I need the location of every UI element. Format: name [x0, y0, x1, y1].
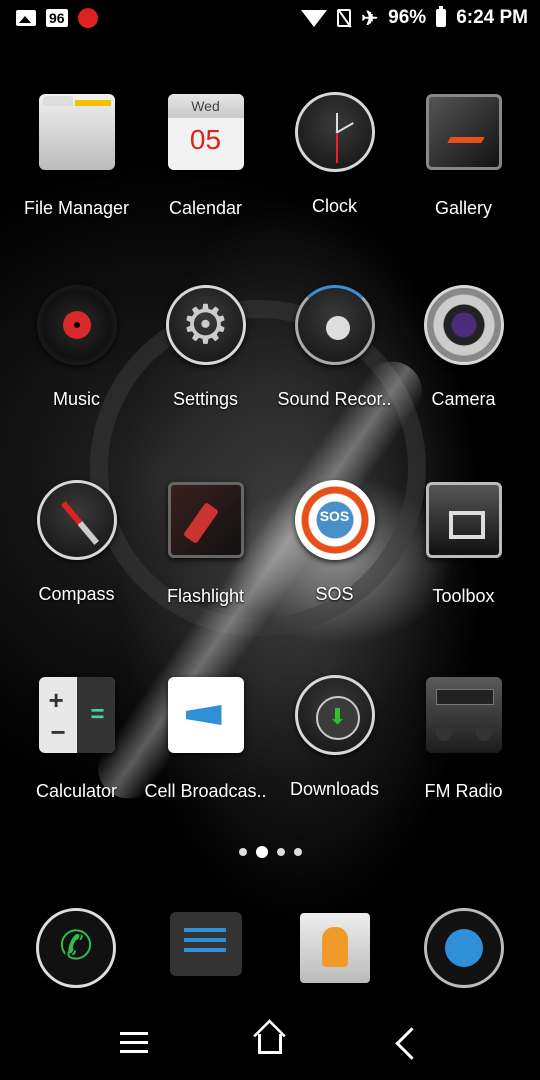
phone-icon [36, 908, 116, 988]
app-label: FM Radio [424, 781, 503, 801]
app-label: Gallery [434, 198, 492, 218]
app-settings[interactable]: ⚙ Settings [141, 285, 270, 410]
vinyl-record-icon [36, 285, 117, 365]
app-sound-recorder[interactable]: Sound Recor.. [270, 285, 399, 410]
gear-icon: ⚙ [165, 285, 246, 365]
app-label: Calculator [35, 781, 118, 801]
dock-phone[interactable] [36, 908, 116, 988]
app-label: Compass [38, 584, 115, 604]
app-label: Sound Recor.. [277, 389, 392, 409]
badge-icon: 96 [46, 9, 68, 27]
battery-percent: 96% [388, 7, 427, 28]
compass-icon [36, 480, 117, 560]
bug-icon [77, 8, 98, 28]
download-arrow-icon [294, 675, 375, 755]
lifebuoy-icon: SOS [294, 480, 375, 560]
megaphone-icon [167, 677, 244, 753]
menu-icon[interactable] [114, 1026, 154, 1062]
back-icon [395, 1027, 428, 1060]
app-label: Calendar [168, 198, 243, 218]
microphone-icon [294, 285, 375, 365]
flashlight-icon [167, 482, 244, 558]
radio-icon [425, 677, 502, 753]
app-downloads[interactable]: Downloads [270, 675, 399, 800]
app-label: Cell Broadcas.. [144, 781, 267, 801]
gallery-icon [425, 94, 502, 170]
page-indicator [0, 846, 540, 858]
calculator-icon: + − = [38, 677, 115, 753]
airplane-icon: ✈ [361, 7, 379, 30]
messages-icon [170, 912, 242, 976]
back-button[interactable] [388, 1026, 428, 1062]
dock-contacts[interactable] [295, 908, 375, 988]
calendar-day: Wed [167, 94, 244, 118]
app-compass[interactable]: Compass [12, 480, 141, 605]
camera-lens-icon [423, 285, 504, 365]
app-flashlight[interactable]: Flashlight [141, 480, 270, 607]
app-clock[interactable]: Clock [270, 92, 399, 217]
app-label: Toolbox [432, 586, 495, 606]
app-label: Downloads [289, 779, 380, 799]
app-camera[interactable]: Camera [399, 285, 528, 410]
battery-icon [436, 6, 447, 27]
app-label: Clock [311, 196, 357, 216]
app-file-manager[interactable]: File Manager [12, 92, 141, 219]
no-sim-icon [337, 9, 352, 27]
dock-browser[interactable] [424, 908, 504, 988]
sos-icon-text: SOS [319, 508, 350, 524]
image-icon [16, 10, 36, 26]
app-gallery[interactable]: Gallery [399, 92, 528, 219]
clock-icon [294, 92, 375, 172]
app-fm-radio[interactable]: FM Radio [399, 675, 528, 802]
app-cell-broadcast[interactable]: Cell Broadcas.. [141, 675, 270, 802]
app-sos[interactable]: SOS SOS [270, 480, 399, 605]
page-dot[interactable] [293, 848, 302, 856]
contacts-icon [300, 913, 370, 983]
wifi-icon [301, 9, 328, 27]
home-icon [258, 1034, 282, 1054]
calendar-icon: Wed 05 [167, 94, 244, 170]
app-calculator[interactable]: + − = Calculator [12, 675, 141, 802]
home-button[interactable] [252, 1026, 292, 1062]
navigation-bar [0, 1010, 540, 1080]
status-time: 6:24 PM [456, 7, 528, 28]
status-bar: 96 ✈ 96% 6:24 PM [0, 0, 540, 36]
app-toolbox[interactable]: Toolbox [399, 480, 528, 607]
app-label: SOS [315, 584, 354, 604]
app-label: File Manager [23, 198, 130, 218]
app-label: Music [52, 389, 100, 409]
calendar-date: 05 [189, 124, 222, 155]
browser-globe-icon [424, 908, 504, 988]
app-label: Settings [172, 389, 239, 409]
app-calendar[interactable]: Wed 05 Calendar [141, 92, 270, 219]
page-dot[interactable] [238, 848, 247, 856]
page-dot-active[interactable] [255, 846, 268, 858]
app-label: Flashlight [166, 586, 245, 606]
folder-icon [38, 94, 115, 170]
toolbox-icon [425, 482, 502, 558]
dock-messages[interactable] [166, 908, 246, 988]
page-dot[interactable] [276, 848, 285, 856]
app-music[interactable]: Music [12, 285, 141, 410]
app-label: Camera [431, 389, 496, 409]
